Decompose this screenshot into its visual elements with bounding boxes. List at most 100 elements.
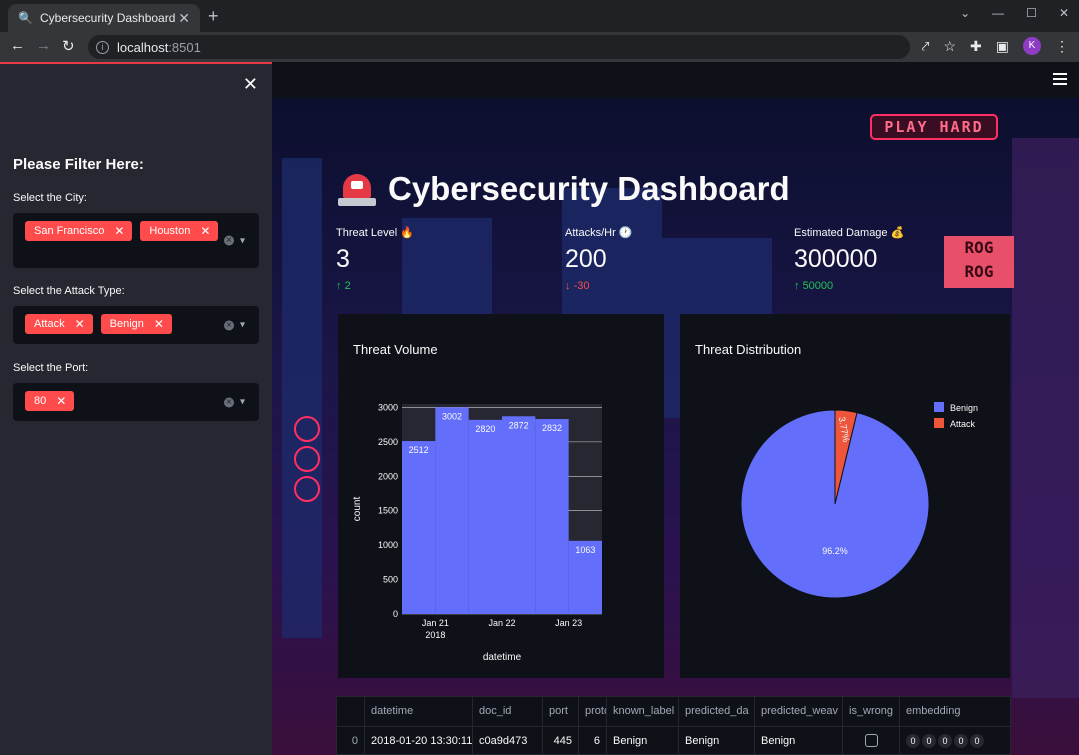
browser-tab-strip: 🔍 Cybersecurity Dashboard ✕ + ⌄ — ☐ ✕ bbox=[0, 0, 1079, 32]
bar-value-label: 2872 bbox=[509, 420, 529, 430]
is-wrong-checkbox[interactable] bbox=[864, 734, 878, 748]
column-header[interactable]: doc_id bbox=[473, 697, 543, 726]
arrow-up-icon: ↑ bbox=[336, 280, 342, 292]
attack-type-label: Select the Attack Type: bbox=[13, 285, 125, 297]
bar bbox=[535, 419, 569, 614]
port-multiselect[interactable]: 80 ✕ ✕ ▾ bbox=[13, 383, 259, 421]
y-tick-label: 500 bbox=[383, 575, 398, 585]
remove-chip-icon[interactable]: ✕ bbox=[154, 314, 164, 334]
site-info-icon[interactable]: i bbox=[96, 40, 109, 54]
y-tick-label: 2500 bbox=[378, 437, 398, 447]
threat-distribution-title: Threat Distribution bbox=[695, 342, 802, 357]
table-row[interactable]: 0 2018-01-20 13:30:11 c0a9d473 445 6 Ben… bbox=[337, 726, 1012, 755]
data-table[interactable]: datetime doc_id port proto known_label p… bbox=[336, 696, 1012, 755]
column-header[interactable]: proto bbox=[579, 697, 607, 726]
chip-attack-type[interactable]: Attack ✕ bbox=[25, 314, 93, 334]
close-sidebar-icon[interactable]: ✕ bbox=[243, 74, 258, 95]
back-icon[interactable]: ← bbox=[10, 37, 25, 54]
column-header[interactable]: datetime bbox=[365, 697, 473, 726]
metric-attacks-per-hour: Attacks/Hr 🕐 200 ↓ -30 bbox=[565, 227, 633, 292]
page-title-row: Cybersecurity Dashboard bbox=[338, 170, 790, 208]
chip-city[interactable]: San Francisco ✕ bbox=[25, 221, 133, 241]
clear-all-icon[interactable]: ✕ bbox=[223, 397, 234, 407]
column-header[interactable]: is_wrong bbox=[843, 697, 900, 726]
threat-volume-title: Threat Volume bbox=[353, 342, 438, 357]
remove-chip-icon[interactable]: ✕ bbox=[200, 221, 210, 241]
column-header[interactable]: port bbox=[543, 697, 579, 726]
embedding-value: 0 bbox=[954, 733, 968, 748]
maximize-icon[interactable]: ☐ bbox=[1026, 6, 1037, 20]
bar bbox=[402, 441, 436, 614]
streamlit-app: ✕ Please Filter Here: Select the City: S… bbox=[0, 62, 1079, 755]
profile-avatar[interactable]: K bbox=[1023, 37, 1041, 55]
chip-port[interactable]: 80 ✕ bbox=[25, 391, 75, 411]
remove-chip-icon[interactable]: ✕ bbox=[114, 221, 124, 241]
rog-neon-sign: ROG ROG bbox=[944, 236, 1014, 288]
y-tick-label: 1000 bbox=[378, 540, 398, 550]
y-tick-label: 0 bbox=[393, 609, 398, 619]
y-tick-label: 3000 bbox=[378, 402, 398, 412]
metric-estimated-damage: Estimated Damage 💰 300000 ↑ 50000 bbox=[794, 227, 905, 292]
chip-city[interactable]: Houston ✕ bbox=[140, 221, 219, 241]
remove-chip-icon[interactable]: ✕ bbox=[75, 314, 85, 334]
tab-search-icon[interactable]: ⌄ bbox=[960, 6, 970, 20]
reload-icon[interactable]: ↻ bbox=[62, 37, 75, 55]
magnifier-favicon-icon: 🔍 bbox=[18, 11, 33, 25]
pie-label-benign: 96.2% bbox=[822, 546, 848, 556]
x-tick-label: Jan 21 bbox=[422, 618, 449, 628]
embedding-value: 0 bbox=[938, 733, 952, 748]
embedding-value: 0 bbox=[970, 733, 984, 748]
column-header[interactable]: predicted_weav bbox=[755, 697, 843, 726]
browser-tab[interactable]: 🔍 Cybersecurity Dashboard ✕ bbox=[8, 4, 200, 32]
embedding-cell: 00000 bbox=[900, 727, 1012, 755]
chevron-down-icon[interactable]: ▾ bbox=[240, 397, 245, 408]
bar-value-label: 3002 bbox=[442, 411, 462, 421]
x-tick-label: Jan 23 bbox=[555, 618, 582, 628]
close-tab-icon[interactable]: ✕ bbox=[178, 10, 190, 27]
minimize-icon[interactable]: — bbox=[992, 6, 1004, 20]
legend-label: Attack bbox=[950, 419, 976, 429]
attack-type-multiselect[interactable]: Attack ✕ Benign ✕ ✕ ▾ bbox=[13, 306, 259, 344]
column-header[interactable]: known_label bbox=[607, 697, 679, 726]
chevron-down-icon[interactable]: ▾ bbox=[240, 235, 245, 246]
threat-volume-chart[interactable]: 0 500 1000 1500 2000 2500 3000 2512 3002 2820 2872… bbox=[338, 314, 664, 678]
app-header bbox=[272, 62, 1079, 98]
column-header[interactable]: embedding bbox=[900, 697, 1012, 726]
clear-all-icon[interactable]: ✕ bbox=[223, 320, 234, 330]
close-window-icon[interactable]: ✕ bbox=[1059, 6, 1069, 20]
threat-distribution-chart[interactable]: 96.2%3.77%BenignAttack bbox=[680, 314, 1010, 678]
y-tick-label: 1500 bbox=[378, 506, 398, 516]
new-tab-icon[interactable]: + bbox=[208, 6, 219, 27]
metric-threat-level: Threat Level 🔥 3 ↑ 2 bbox=[336, 227, 414, 292]
legend-swatch bbox=[934, 418, 944, 428]
bar bbox=[468, 419, 502, 614]
remove-chip-icon[interactable]: ✕ bbox=[56, 391, 66, 411]
clear-all-icon[interactable]: ✕ bbox=[223, 235, 234, 246]
bar bbox=[502, 416, 536, 614]
url-port: :8501 bbox=[168, 39, 201, 55]
side-panel-icon[interactable]: ▣ bbox=[996, 38, 1009, 55]
hamburger-menu-icon[interactable] bbox=[1053, 73, 1067, 85]
x-tick-year: 2018 bbox=[425, 630, 445, 640]
extensions-icon[interactable]: ✚ bbox=[970, 38, 982, 55]
chevron-down-icon[interactable]: ▾ bbox=[240, 320, 245, 331]
browser-menu-icon[interactable]: ⋮ bbox=[1055, 38, 1069, 55]
pie-slice-benign bbox=[740, 409, 930, 599]
play-hard-neon-sign: PLAY HARD bbox=[870, 114, 998, 140]
column-header[interactable]: predicted_da bbox=[679, 697, 755, 726]
forward-icon[interactable]: → bbox=[36, 37, 51, 54]
sidebar: ✕ Please Filter Here: Select the City: S… bbox=[0, 62, 272, 755]
address-bar[interactable]: i localhost :8501 bbox=[88, 35, 910, 59]
embedding-value: 0 bbox=[906, 733, 920, 748]
legend-label: Benign bbox=[950, 403, 978, 413]
city-multiselect[interactable]: San Francisco ✕ Houston ✕ ✕ ▾ bbox=[13, 213, 259, 268]
sidebar-title: Please Filter Here: bbox=[13, 156, 144, 173]
siren-icon bbox=[338, 172, 376, 206]
chip-attack-type[interactable]: Benign ✕ bbox=[100, 314, 172, 334]
embedding-value: 0 bbox=[922, 733, 936, 748]
bar-value-label: 2832 bbox=[542, 423, 562, 433]
bookmark-star-icon[interactable]: ☆ bbox=[943, 38, 956, 55]
share-icon[interactable]: ⤤ bbox=[922, 38, 930, 55]
tab-title: Cybersecurity Dashboard bbox=[40, 11, 176, 25]
port-label: Select the Port: bbox=[13, 362, 89, 374]
